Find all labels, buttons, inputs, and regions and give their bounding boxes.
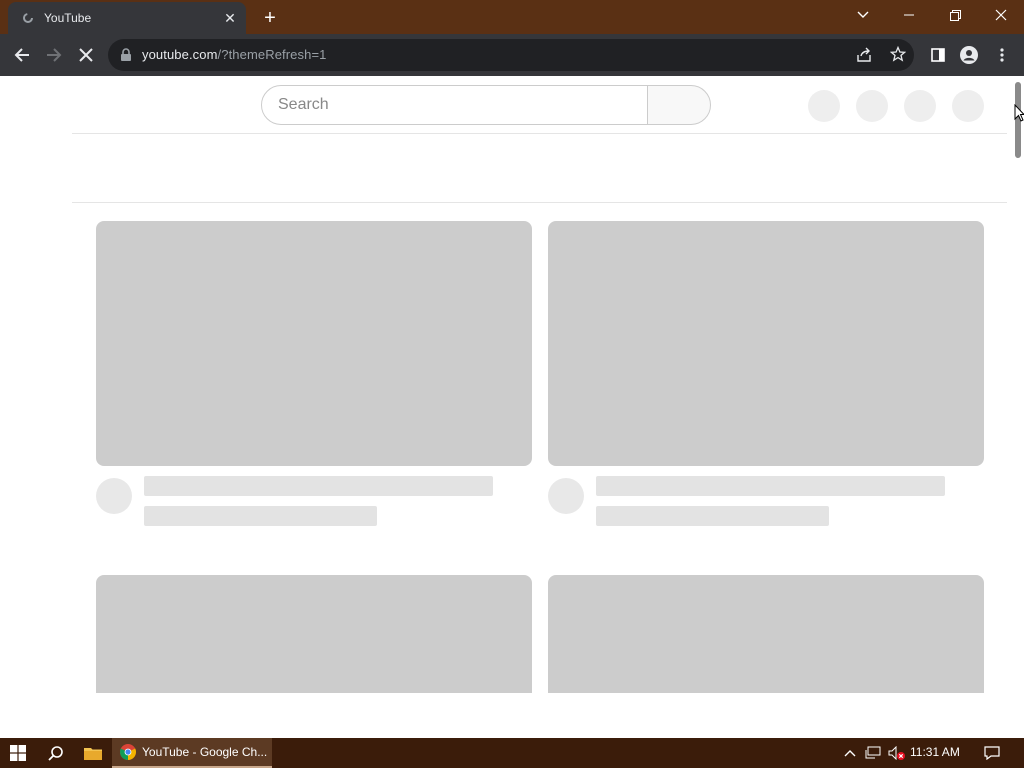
show-hidden-icons-chevron-icon[interactable] xyxy=(840,738,860,768)
video-meta-placeholder xyxy=(144,506,377,526)
windows-start-icon[interactable] xyxy=(0,738,36,768)
header-icon-placeholder xyxy=(856,90,888,122)
lock-icon[interactable] xyxy=(120,48,132,62)
profile-icon[interactable] xyxy=(953,39,985,71)
video-thumbnail-placeholder[interactable] xyxy=(548,575,984,693)
video-title-placeholder xyxy=(144,476,493,496)
new-tab-button[interactable]: + xyxy=(258,6,282,30)
tab-search-chevron-icon[interactable] xyxy=(840,0,886,30)
chips-divider xyxy=(72,202,1007,203)
mouse-cursor-icon xyxy=(1014,103,1024,127)
search-field-container xyxy=(261,85,648,125)
browser-title-bar: YouTube ✕ + xyxy=(0,0,1024,34)
share-icon[interactable] xyxy=(856,47,872,68)
side-panel-icon[interactable] xyxy=(922,39,954,71)
file-explorer-icon[interactable] xyxy=(76,738,110,768)
taskbar-app-label: YouTube - Google Ch... xyxy=(142,745,268,759)
channel-avatar-placeholder xyxy=(96,478,132,514)
url-path: /?themeRefresh=1 xyxy=(217,47,327,62)
video-thumbnail-placeholder[interactable] xyxy=(96,575,532,693)
search-input[interactable] xyxy=(262,86,647,124)
address-bar[interactable]: youtube.com/?themeRefresh=1 xyxy=(108,39,914,71)
header-icon-placeholder xyxy=(808,90,840,122)
url-host: youtube.com xyxy=(142,47,218,62)
windows-taskbar: YouTube - Google Ch... 11:31 AM xyxy=(0,738,1024,768)
tab-title: YouTube xyxy=(44,11,92,25)
minimize-icon[interactable] xyxy=(886,0,932,30)
video-thumbnail-placeholder[interactable] xyxy=(548,221,984,466)
chrome-icon xyxy=(120,744,136,760)
stop-loading-icon[interactable] xyxy=(70,39,102,71)
back-arrow-icon[interactable] xyxy=(6,39,38,71)
video-title-placeholder xyxy=(596,476,945,496)
browser-toolbar: youtube.com/?themeRefresh=1 xyxy=(0,34,1024,76)
channel-avatar-placeholder xyxy=(548,478,584,514)
tab-youtube[interactable]: YouTube ✕ xyxy=(8,2,246,34)
menu-kebab-icon[interactable] xyxy=(986,39,1018,71)
search-button[interactable] xyxy=(647,85,711,125)
url-text[interactable]: youtube.com/?themeRefresh=1 xyxy=(142,47,326,62)
restore-icon[interactable] xyxy=(932,0,978,30)
forward-arrow-icon[interactable] xyxy=(38,39,70,71)
header-divider xyxy=(72,133,1007,134)
taskbar-chrome-window[interactable]: YouTube - Google Ch... xyxy=(112,738,272,768)
tab-close-icon[interactable]: ✕ xyxy=(220,8,240,28)
notification-center-icon[interactable] xyxy=(980,738,1004,768)
bookmark-star-icon[interactable] xyxy=(889,45,907,67)
close-window-icon[interactable] xyxy=(978,0,1024,30)
video-thumbnail-placeholder[interactable] xyxy=(96,221,532,466)
youtube-page xyxy=(0,76,1024,738)
taskbar-clock[interactable]: 11:31 AM xyxy=(910,745,960,759)
search-icon[interactable] xyxy=(38,738,74,768)
loading-favicon-icon xyxy=(20,10,36,26)
header-icon-placeholder xyxy=(952,90,984,122)
volume-muted-icon[interactable] xyxy=(886,738,908,768)
header-icon-placeholder xyxy=(904,90,936,122)
video-meta-placeholder xyxy=(596,506,829,526)
network-icon[interactable] xyxy=(862,738,884,768)
